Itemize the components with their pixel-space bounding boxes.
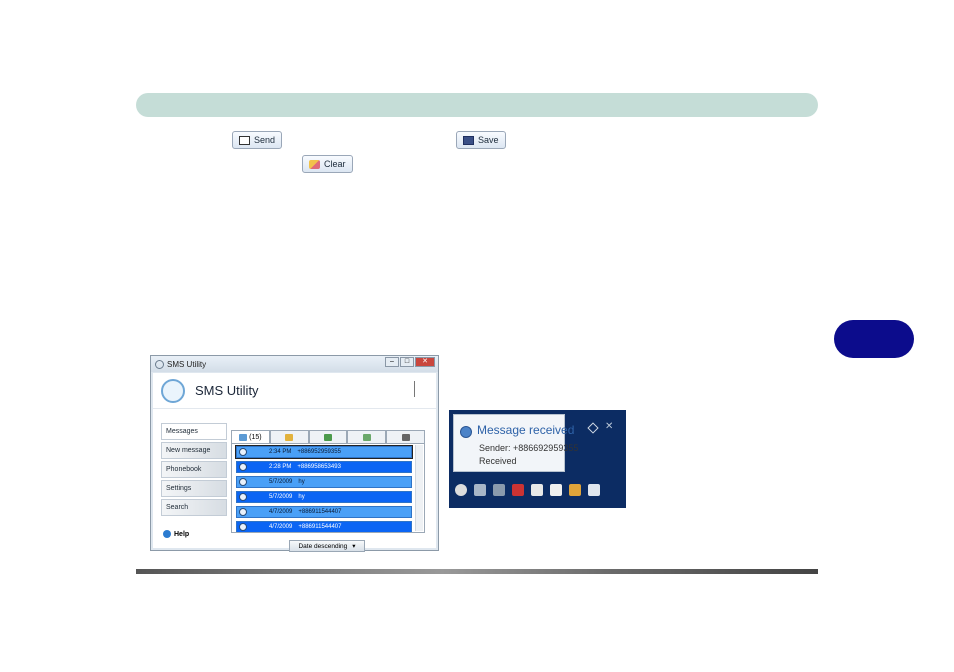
message-sender: +886911544407: [298, 524, 342, 530]
chapter-side-tab: [834, 320, 914, 358]
sidebar-item-phonebook[interactable]: Phonebook: [161, 461, 227, 478]
sidebar-nav: Messages New message Phonebook Settings …: [161, 423, 227, 518]
save-button[interactable]: Save: [456, 131, 506, 149]
tab-drafts[interactable]: [269, 430, 309, 443]
sms-logo-icon: [161, 378, 185, 403]
notification-status: Received: [479, 456, 517, 466]
chevron-down-icon[interactable]: [239, 493, 247, 501]
list-item[interactable]: 4/7/2009 +886911544407: [236, 506, 412, 518]
chevron-down-icon[interactable]: [239, 478, 247, 486]
message-sender: hy: [298, 494, 305, 500]
clipboard-icon[interactable]: [550, 484, 562, 496]
message-time: 5/7/2009: [269, 494, 293, 500]
list-item[interactable]: 2:34 PM +886952959355: [235, 445, 413, 459]
list-item[interactable]: 5/7/2009 hy: [236, 491, 412, 503]
notification-title: Message received: [477, 423, 575, 437]
devices-icon[interactable]: [493, 484, 505, 496]
close-icon[interactable]: ✕: [605, 421, 613, 432]
sms-utility-window: SMS Utility – □ ✕ SMS Utility Messages N…: [150, 355, 439, 552]
pencil-icon: [285, 433, 294, 441]
sidebar-item-settings[interactable]: Settings: [161, 480, 227, 497]
message-time: 4/7/2009: [269, 509, 293, 515]
chevron-down-icon[interactable]: [239, 508, 247, 516]
app-header: SMS Utility: [153, 373, 436, 409]
sort-dropdown[interactable]: Date descending ▾: [289, 540, 365, 552]
list-item[interactable]: 2:28 PM +886958653493: [236, 461, 412, 473]
info-icon: [460, 426, 472, 438]
trash-icon: [401, 433, 410, 441]
network-icon[interactable]: [474, 484, 486, 496]
clear-button[interactable]: Clear: [302, 155, 353, 173]
message-sender: +886952959355: [297, 449, 341, 455]
monitor-icon: [362, 433, 371, 441]
dropdown-arrow-icon: ▾: [352, 543, 356, 550]
tab-trash[interactable]: [386, 430, 425, 443]
envelope-icon: [239, 135, 250, 145]
flag-icon[interactable]: [531, 484, 543, 496]
pin-icon[interactable]: [587, 422, 599, 434]
chevron-down-icon[interactable]: [239, 523, 247, 531]
floppy-disk-icon: [463, 135, 474, 145]
chapter-header-bar: [136, 93, 818, 117]
message-list: 2:34 PM +886952959355 2:28 PM +886958653…: [231, 443, 425, 533]
eraser-icon: [309, 159, 320, 169]
save-button-label: Save: [478, 135, 499, 145]
message-time: 2:28 PM: [269, 464, 292, 470]
list-item[interactable]: 4/7/2009 +886911544407: [236, 521, 412, 532]
help-icon: [163, 530, 171, 538]
message-sender: +886958653493: [297, 464, 341, 470]
close-button[interactable]: ✕: [415, 357, 435, 367]
send-button[interactable]: Send: [232, 131, 283, 149]
footer-rule: [136, 569, 818, 574]
chevron-down-icon[interactable]: [239, 448, 247, 456]
sms-tray-icon[interactable]: [455, 484, 467, 496]
message-sender: hy: [298, 479, 305, 485]
send-button-label: Send: [254, 135, 276, 145]
notification-sender: Sender: +886692959355: [479, 443, 579, 453]
speaker-mute-icon[interactable]: [512, 484, 524, 496]
message-time: 5/7/2009: [269, 479, 293, 485]
list-scrollbar[interactable]: [415, 445, 423, 531]
maximize-button[interactable]: □: [400, 357, 414, 367]
message-time: 2:34 PM: [269, 449, 292, 455]
list-item[interactable]: 5/7/2009 hy: [236, 476, 412, 488]
sidebar-item-messages[interactable]: Messages: [161, 423, 227, 440]
window-title: SMS Utility: [167, 359, 207, 369]
minimize-button[interactable]: –: [385, 357, 399, 367]
inbox-count: (15): [249, 433, 262, 441]
sort-label: Date descending: [298, 542, 348, 550]
sidebar-item-new-message[interactable]: New message: [161, 442, 227, 459]
app-title: SMS Utility: [195, 383, 259, 398]
tab-sim[interactable]: [347, 430, 387, 443]
help-link[interactable]: Help: [163, 530, 189, 538]
help-label: Help: [174, 530, 190, 538]
inbox-icon: [239, 433, 248, 441]
app-small-icon: [155, 359, 164, 369]
message-tabs: (15): [231, 430, 425, 443]
system-tray: [455, 484, 600, 496]
clear-button-label: Clear: [324, 159, 346, 169]
message-time: 4/7/2009: [269, 524, 293, 530]
sidebar-item-search[interactable]: Search: [161, 499, 227, 516]
tab-sent[interactable]: [308, 430, 348, 443]
power-icon[interactable]: [569, 484, 581, 496]
message-sender: +886911544407: [298, 509, 342, 515]
outbox-icon: [323, 433, 332, 441]
chevron-down-icon[interactable]: [239, 463, 247, 471]
signal-icon: [414, 381, 428, 397]
window-body: SMS Utility Messages New message Phonebo…: [153, 373, 436, 552]
window-controls: – □ ✕: [385, 357, 435, 367]
messages-panel: (15) 2:34 PM +886952959355 2:28 PM +8869…: [231, 430, 425, 562]
tab-inbox[interactable]: (15): [231, 430, 270, 443]
volume-icon[interactable]: [588, 484, 600, 496]
notification-screenshot: Message received Sender: +886692959355 R…: [449, 410, 626, 508]
